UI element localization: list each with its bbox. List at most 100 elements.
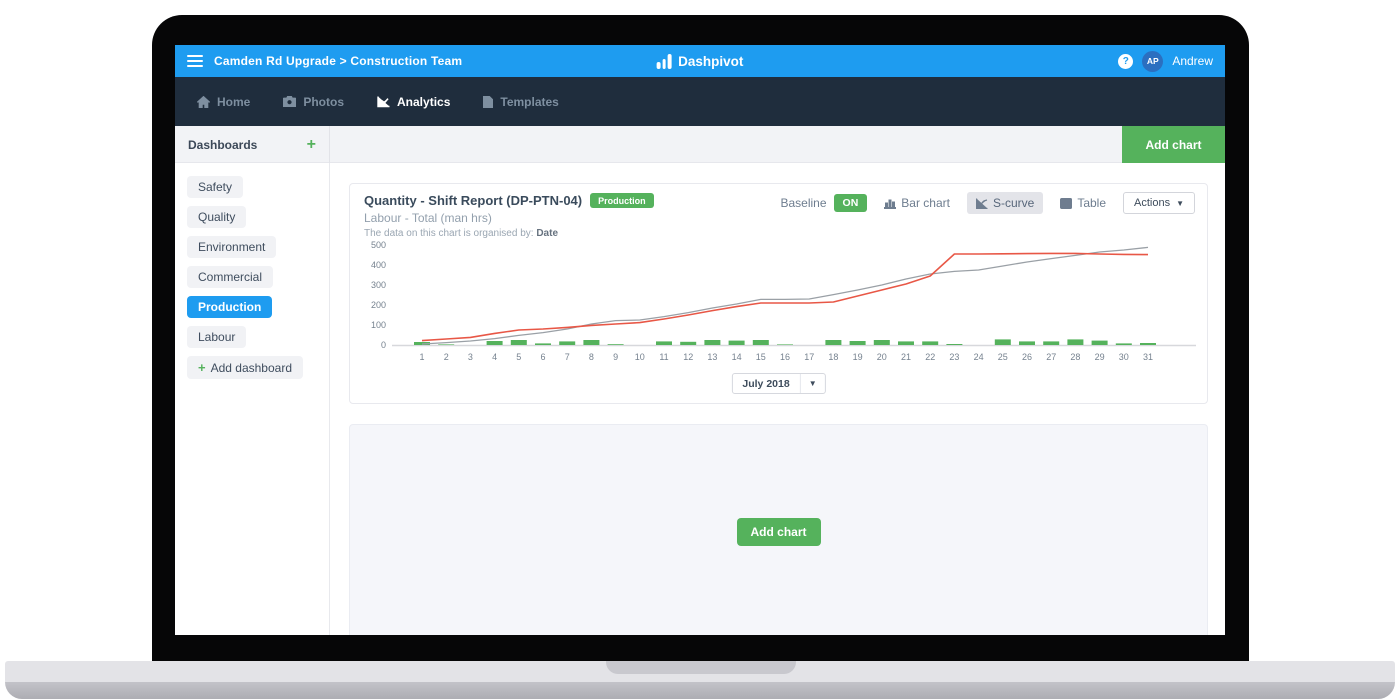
chart-card-header: Quantity - Shift Report (DP-PTN-04) Prod… [364, 193, 654, 208]
svg-text:13: 13 [707, 352, 717, 362]
chart-subtitle: Labour - Total (man hrs) [364, 211, 492, 225]
svg-text:25: 25 [998, 352, 1008, 362]
period-select[interactable]: July 2018 ▼ [731, 373, 825, 394]
tab-templates[interactable]: Templates [483, 95, 558, 109]
tab-photos[interactable]: Photos [283, 95, 344, 109]
sidebar-title: Dashboards [188, 138, 257, 152]
add-chart-button[interactable]: Add chart [1122, 126, 1225, 163]
svg-text:19: 19 [853, 352, 863, 362]
laptop-mockup: Camden Rd Upgrade > Construction Team Da… [0, 0, 1400, 700]
svg-text:27: 27 [1046, 352, 1056, 362]
topbar-right: ? AP Andrew [1118, 51, 1213, 72]
svg-text:23: 23 [949, 352, 959, 362]
svg-text:30: 30 [1119, 352, 1129, 362]
table-view-button[interactable]: Table [1056, 192, 1110, 214]
svg-text:28: 28 [1070, 352, 1080, 362]
home-icon [197, 96, 210, 108]
toolbar-band [175, 126, 1225, 163]
svg-text:9: 9 [613, 352, 618, 362]
svg-text:3: 3 [468, 352, 473, 362]
plus-icon: + [198, 360, 206, 375]
svg-text:300: 300 [371, 280, 386, 290]
period-caret-box: ▼ [800, 374, 825, 393]
chart-title: Quantity - Shift Report (DP-PTN-04) [364, 193, 582, 208]
add-chart-button-empty[interactable]: Add chart [736, 518, 820, 546]
baseline-on-button[interactable]: ON [834, 194, 868, 212]
organised-by-note: The data on this chart is organised by: … [364, 228, 558, 239]
svg-text:5: 5 [516, 352, 521, 362]
analytics-chart-icon [377, 96, 390, 108]
tab-home[interactable]: Home [197, 95, 250, 109]
svg-text:21: 21 [901, 352, 911, 362]
svg-text:400: 400 [371, 260, 386, 270]
chart-controls: Baseline ON Bar chart S-curve Table Acti… [781, 192, 1196, 214]
svg-text:17: 17 [804, 352, 814, 362]
svg-text:500: 500 [371, 240, 386, 250]
table-icon [1060, 198, 1072, 209]
camera-icon [283, 96, 296, 107]
s-curve-view-button[interactable]: S-curve [967, 192, 1043, 214]
chart-canvas: 0100200300400500123456789101112131415161… [356, 239, 1202, 369]
sidebar-item-environment[interactable]: Environment [187, 236, 276, 258]
status-badge: Production [590, 193, 654, 208]
svg-text:7: 7 [565, 352, 570, 362]
laptop-notch [606, 661, 796, 674]
svg-text:11: 11 [659, 352, 668, 362]
svg-text:100: 100 [371, 320, 386, 330]
chart-card: Quantity - Shift Report (DP-PTN-04) Prod… [349, 183, 1208, 404]
hamburger-menu-icon[interactable] [187, 55, 203, 67]
svg-text:200: 200 [371, 300, 386, 310]
add-dashboard-plus-icon[interactable]: + [307, 137, 316, 153]
svg-text:14: 14 [732, 352, 742, 362]
actions-dropdown[interactable]: Actions ▼ [1123, 192, 1195, 214]
sidebar-header: Dashboards + [175, 126, 330, 163]
svg-text:1: 1 [419, 352, 424, 362]
help-icon[interactable]: ? [1118, 54, 1133, 69]
sidebar-item-quality[interactable]: Quality [187, 206, 246, 228]
sidebar-item-safety[interactable]: Safety [187, 176, 243, 198]
user-name[interactable]: Andrew [1172, 54, 1213, 68]
chevron-down-icon: ▼ [809, 379, 817, 388]
app-screen: Camden Rd Upgrade > Construction Team Da… [175, 45, 1225, 635]
sidebar-item-labour[interactable]: Labour [187, 326, 246, 348]
svg-text:26: 26 [1022, 352, 1032, 362]
sidebar-item-production[interactable]: Production [187, 296, 272, 318]
bar-chart-view-button[interactable]: Bar chart [880, 192, 954, 214]
laptop-base-bottom [5, 682, 1395, 699]
svg-text:12: 12 [683, 352, 693, 362]
svg-text:0: 0 [381, 340, 386, 350]
dashboards-sidebar: Safety Quality Environment Commercial Pr… [175, 163, 330, 635]
tab-analytics[interactable]: Analytics [377, 95, 450, 109]
add-dashboard-button[interactable]: +Add dashboard [187, 356, 303, 379]
svg-text:4: 4 [492, 352, 497, 362]
topbar: Camden Rd Upgrade > Construction Team Da… [175, 45, 1225, 77]
s-curve-chart: 0100200300400500123456789101112131415161… [356, 239, 1202, 369]
breadcrumb[interactable]: Camden Rd Upgrade > Construction Team [214, 54, 462, 68]
brand-logo[interactable]: Dashpivot [657, 45, 744, 77]
svg-text:6: 6 [540, 352, 545, 362]
svg-text:20: 20 [877, 352, 887, 362]
bar-chart-logo-icon [657, 54, 672, 69]
s-curve-icon [976, 198, 988, 209]
svg-text:18: 18 [828, 352, 838, 362]
svg-text:10: 10 [635, 352, 645, 362]
chevron-down-icon: ▼ [1176, 199, 1184, 208]
main-nav: Home Photos Analytics Templates [175, 77, 1225, 126]
empty-chart-card: Add chart [349, 424, 1208, 635]
svg-text:22: 22 [925, 352, 935, 362]
avatar[interactable]: AP [1142, 51, 1163, 72]
baseline-label: Baseline [781, 196, 827, 210]
svg-text:15: 15 [756, 352, 766, 362]
svg-text:8: 8 [589, 352, 594, 362]
sidebar-item-commercial[interactable]: Commercial [187, 266, 273, 288]
svg-text:16: 16 [780, 352, 790, 362]
document-icon [483, 96, 493, 108]
bar-chart-icon [884, 198, 896, 209]
baseline-toggle[interactable]: Baseline ON [781, 194, 868, 212]
brand-name: Dashpivot [678, 54, 743, 69]
organised-by-value: Date [536, 228, 558, 239]
svg-text:31: 31 [1143, 352, 1153, 362]
period-label: July 2018 [732, 378, 799, 390]
svg-text:2: 2 [444, 352, 449, 362]
svg-text:24: 24 [974, 352, 984, 362]
